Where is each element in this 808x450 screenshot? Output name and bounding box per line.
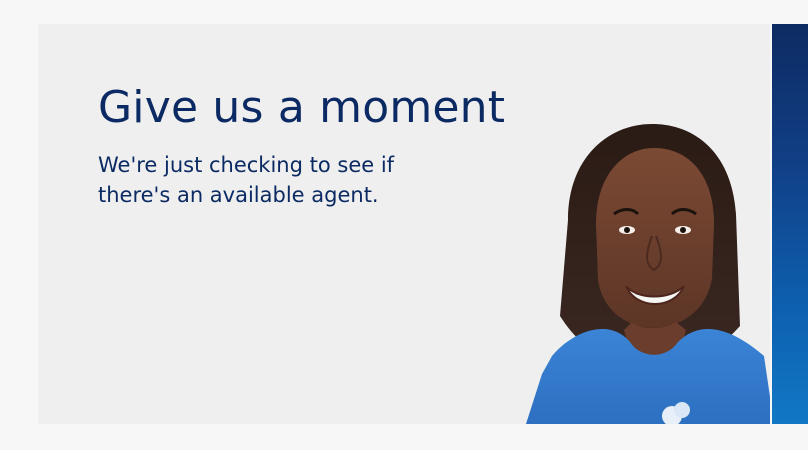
agent-photo (526, 124, 770, 424)
agent-right-pupil (680, 227, 686, 233)
agent-left-pupil (624, 227, 630, 233)
status-message: We're just checking to see if there's an… (98, 153, 395, 207)
chat-loading-page: Give us a moment We're just checking to … (0, 0, 808, 450)
loading-card: Give us a moment We're just checking to … (38, 24, 770, 424)
side-gradient-panel (772, 24, 808, 424)
agent-badge-detail (674, 402, 690, 418)
page-title: Give us a moment (98, 82, 506, 133)
